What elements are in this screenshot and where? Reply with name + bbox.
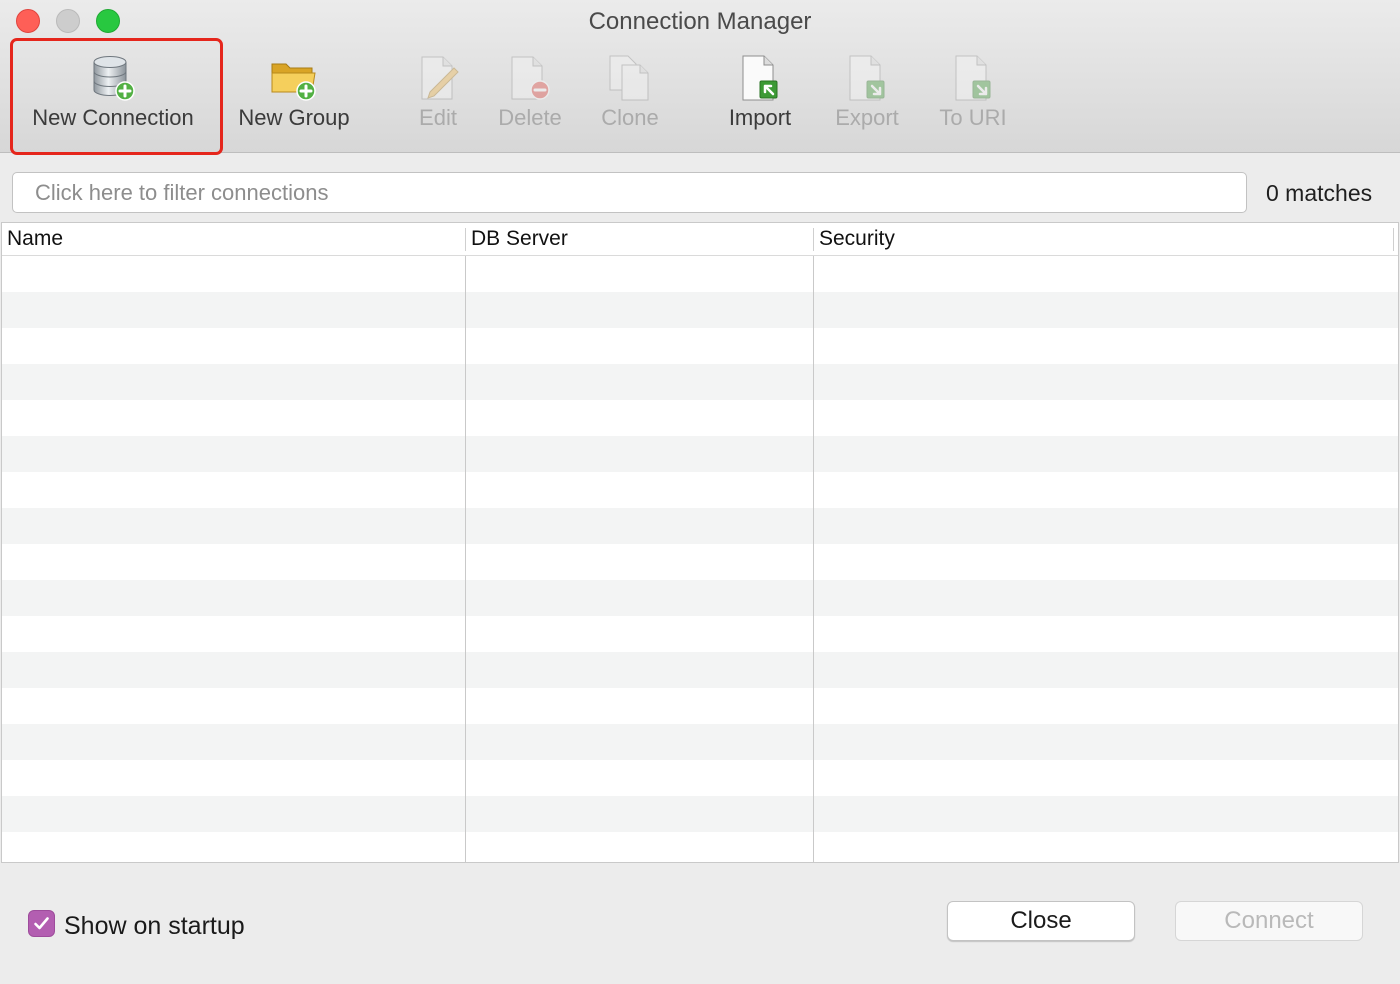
new-group-label: New Group: [238, 105, 350, 130]
clone-label: Clone: [601, 105, 659, 130]
export-icon: [843, 54, 891, 102]
table-body[interactable]: [2, 256, 1398, 862]
edit-icon: [414, 54, 462, 102]
clone-button[interactable]: Clone: [560, 48, 700, 148]
new-connection-label: New Connection: [32, 105, 194, 130]
delete-icon: [506, 54, 554, 102]
column-header-db-server[interactable]: DB Server: [471, 223, 568, 255]
clone-icon: [606, 54, 654, 102]
new-group-button[interactable]: New Group: [224, 48, 364, 148]
column-separator[interactable]: [1393, 228, 1394, 251]
column-divider: [465, 256, 466, 862]
show-on-startup-checkbox[interactable]: [28, 910, 55, 937]
column-header-name[interactable]: Name: [7, 223, 63, 255]
window-title: Connection Manager: [588, 8, 812, 35]
new-connection-button[interactable]: New Connection: [13, 48, 213, 148]
column-divider: [813, 256, 814, 862]
checkmark-icon: [34, 917, 49, 930]
matches-count: 0 matches: [1266, 180, 1373, 206]
column-header-security[interactable]: Security: [819, 223, 895, 255]
filter-connections-input[interactable]: [12, 172, 1247, 213]
table-header: Name DB Server Security: [2, 223, 1398, 256]
folder-add-icon: [270, 54, 318, 102]
import-icon: [736, 54, 784, 102]
close-button[interactable]: Close: [947, 901, 1135, 941]
show-on-startup-label[interactable]: Show on startup: [64, 911, 245, 941]
to-uri-button[interactable]: To URI: [903, 48, 1043, 148]
to-uri-icon: [949, 54, 997, 102]
connect-button[interactable]: Connect: [1175, 901, 1363, 941]
column-separator[interactable]: [465, 228, 466, 251]
toolbar: Connection Manager New Connection New Gr…: [0, 0, 1400, 153]
database-add-icon: [89, 54, 137, 102]
connection-manager-window: Connection Manager New Connection New Gr…: [0, 0, 1400, 984]
to-uri-label: To URI: [939, 105, 1007, 130]
connections-table: Name DB Server Security: [1, 222, 1399, 863]
column-separator[interactable]: [813, 228, 814, 251]
